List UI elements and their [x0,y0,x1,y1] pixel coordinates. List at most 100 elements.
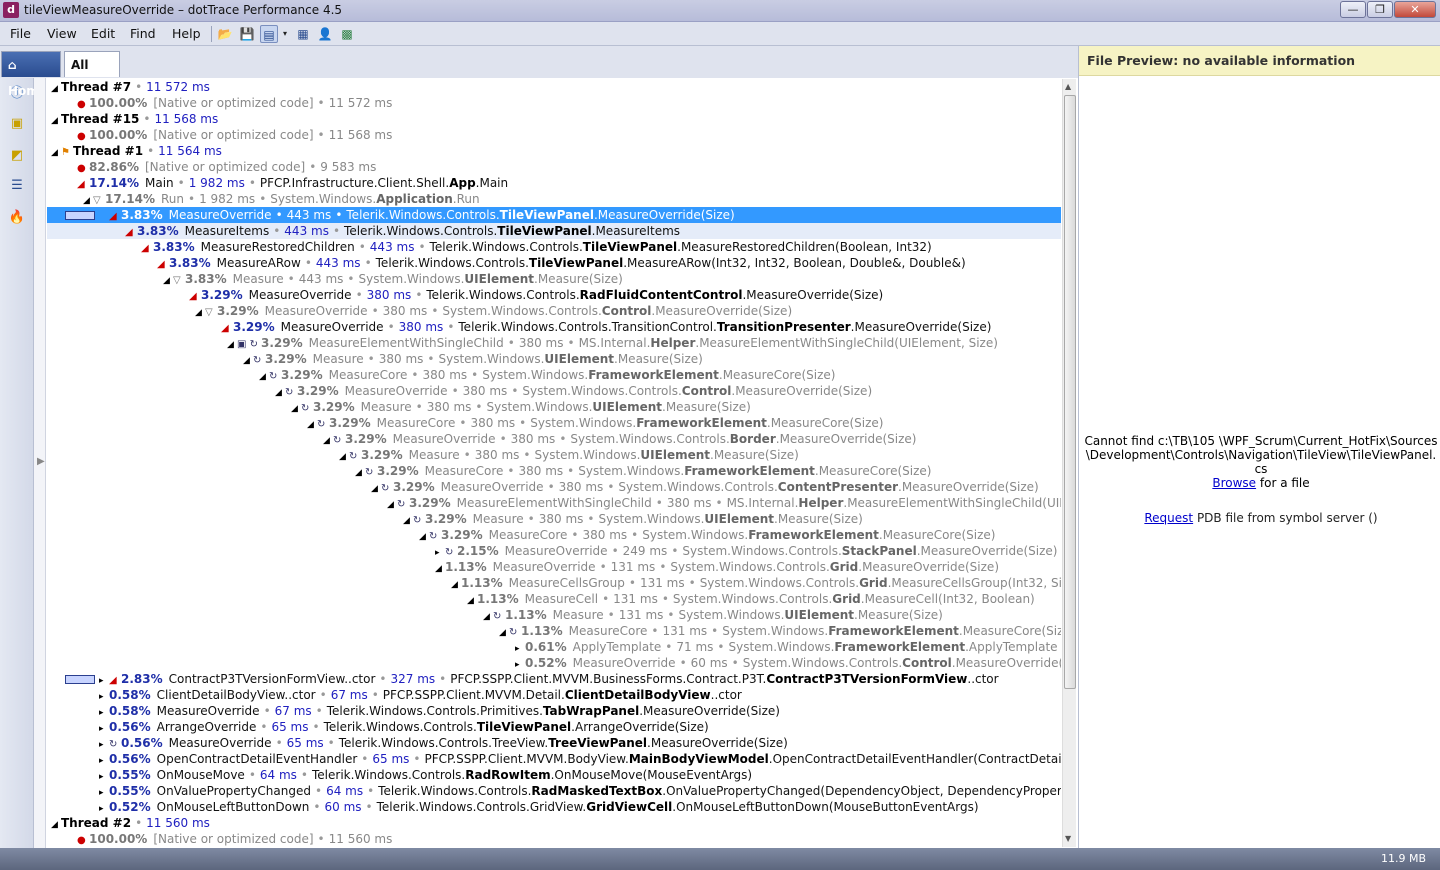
close-button[interactable]: ✕ [1394,1,1436,18]
call-row[interactable]: ▸ 0.58% ClientDetailBodyView..ctor • 67 ms • P… [47,687,1061,703]
expander-icon[interactable]: ▸ [99,721,109,735]
expander-icon[interactable]: ◢ [499,625,509,639]
expander-icon[interactable]: ▸ [515,657,525,671]
expander-icon[interactable]: ◢ [435,561,445,575]
call-row[interactable]: ● 100.00% [Native or optimized code] • 11 56… [47,831,1061,847]
expander-icon[interactable]: ◢ [51,145,61,159]
user-icon[interactable]: 👤 [316,25,334,43]
call-row[interactable]: ▸ 0.61% ApplyTemplate • 71 ms • System.Windows… [47,639,1061,655]
expander-icon[interactable]: ◢ [51,113,61,127]
expander-icon[interactable]: ▸ [99,689,109,703]
list-icon[interactable]: ☰ [6,176,28,196]
call-tree[interactable]: ◢ Thread #7 • 11 572 ms ● 100.00% [Native or o… [47,79,1061,847]
call-row[interactable]: ◢ 1.13% MeasureCellsGroup • 131 ms • System.Wi… [47,575,1061,591]
expander-icon[interactable]: ▸ [99,785,109,799]
call-row[interactable]: ◢ ▣ ↻ 3.29% MeasureElementWithSingleChild • 3… [47,335,1061,351]
expander-icon[interactable]: ◢ [371,481,381,495]
menu-file[interactable]: File [10,26,31,41]
expander-icon[interactable]: ◢ [323,433,333,447]
expander-icon[interactable]: ◢ [51,81,61,95]
menu-find[interactable]: Find [130,26,156,41]
export-icon[interactable]: ▩ [338,25,356,43]
call-row[interactable]: ◢ ↻ 3.29% MeasureCore • 380 ms • System.Windows… [47,415,1061,431]
hot-spots-icon[interactable]: 🔥 [6,208,28,228]
call-row[interactable]: ▸ 0.58% MeasureOverride • 67 ms • Telerik.Wind… [47,703,1061,719]
request-link[interactable]: Request [1144,511,1193,525]
call-row[interactable]: ▸ ↻ 2.15% MeasureOverride • 249 ms • System.Win… [47,543,1061,559]
browse-link[interactable]: Browse [1212,476,1256,490]
expander-icon[interactable]: ◢ [243,353,253,367]
expander-icon[interactable]: ◢ [83,193,93,207]
call-row[interactable]: ◢ ▽ 17.14% Run • 1 982 ms • System.Windows.Appl… [47,191,1061,207]
call-row[interactable]: ◢ 3.83% MeasureItems • 443 ms • Telerik.Window… [47,223,1061,239]
expander-icon[interactable]: ◢ [339,449,349,463]
back-traces-icon[interactable]: ◩ [6,146,28,166]
expander-icon[interactable]: ▸ [435,545,445,559]
call-row[interactable]: ● 82.86% [Native or optimized code] • 9 583 … [47,159,1061,175]
expander-icon[interactable]: ◢ [51,817,61,831]
call-row[interactable]: ▸ 0.52% MeasureOverride • 60 ms • System.Windo… [47,655,1061,671]
call-row[interactable]: ◢ ↻ 3.29% MeasureOverride • 380 ms • System.Win… [47,383,1061,399]
view-layout-icon[interactable]: ▤ [260,25,278,43]
call-row[interactable]: ▸ 0.56% OpenContractDetailEventHandler • 65 … [47,751,1061,767]
call-row[interactable]: ▸ 0.55% OnValuePropertyChanged • 64 ms • Teler… [47,783,1061,799]
call-row[interactable]: ◢ ↻ 3.29% MeasureOverride • 380 ms • System.Win… [47,431,1061,447]
menu-view[interactable]: View [47,26,77,41]
call-row[interactable]: ◢ ↻ 3.29% MeasureCore • 380 ms • System.Windows… [47,527,1061,543]
call-row[interactable]: ◢ ▽ 3.29% MeasureOverride • 380 ms • System.Win… [47,303,1061,319]
expander-icon[interactable]: ◢ [307,417,317,431]
scroll-up-icon[interactable]: ▲ [1065,82,1071,91]
expander-icon[interactable]: ◢ [259,369,269,383]
save-icon[interactable]: 💾 [238,25,256,43]
expander-icon[interactable]: ▸ [99,753,109,767]
menu-help[interactable]: Help [172,26,201,41]
call-row[interactable]: ▸ ◢ 2.83% ContractP3TVersionFormView..ctor •… [47,671,1061,687]
vertical-scrollbar[interactable]: ▲ ▼ [1062,79,1076,847]
chevron-right-icon[interactable]: ▶ [37,456,45,467]
expander-icon[interactable]: ◢ [387,497,397,511]
call-row[interactable]: ◢ 3.83% MeasureOverride • 443 ms • Telerik.Win… [47,207,1061,223]
call-row[interactable]: ▸ 0.56% ArrangeOverride • 65 ms • Telerik.Wind… [47,719,1061,735]
call-row[interactable]: ◢ 1.13% MeasureCell • 131 ms • System.Windows.… [47,591,1061,607]
minimize-button[interactable]: — [1340,1,1366,18]
scroll-down-icon[interactable]: ▼ [1065,834,1071,843]
maximize-button[interactable]: ❐ [1367,1,1393,18]
call-row[interactable]: ◢ ↻ 3.29% MeasureElementWithSingleChild • 380… [47,495,1061,511]
call-row[interactable]: ◢ 17.14% Main • 1 982 ms • PFCP.Infrastructure… [47,175,1061,191]
call-row[interactable]: ◢ 3.29% MeasureOverride • 380 ms • Telerik.Win… [47,319,1061,335]
expander-icon[interactable]: ◢ [467,593,477,607]
call-row[interactable]: ◢ ↻ 3.29% MeasureOverride • 380 ms • System.Win… [47,479,1061,495]
splitter[interactable]: ▶ [34,78,46,848]
thread-row[interactable]: ◢ Thread #2 • 11 560 ms [47,815,1061,831]
thread-row[interactable]: ◢ Thread #7 • 11 572 ms [47,79,1061,95]
call-row[interactable]: ◢ ↻ 3.29% Measure • 380 ms • System.Windows.UIE… [47,351,1061,367]
expander-icon[interactable]: ◢ [195,305,205,319]
expander-icon[interactable]: ◢ [403,513,413,527]
expander-icon[interactable]: ◢ [275,385,285,399]
call-row[interactable]: ◢ 3.83% MeasureARow • 443 ms • Telerik.Windows… [47,255,1061,271]
call-row[interactable]: ◢ 3.83% MeasureRestoredChildren • 443 ms • Tel… [47,239,1061,255]
expander-icon[interactable]: ◢ [451,577,461,591]
call-row[interactable]: ◢ ▽ 3.83% Measure • 443 ms • System.Windows.UIE… [47,271,1061,287]
thread-row[interactable]: ◢ Thread #15 • 11 568 ms [47,111,1061,127]
chevron-down-icon[interactable]: ▾ [280,25,290,43]
tab-all-calls[interactable]: All Calls [64,51,120,98]
expander-icon[interactable]: ◢ [419,529,429,543]
expander-icon[interactable]: ▸ [515,641,525,655]
expander-icon[interactable]: ▸ [99,801,109,815]
call-row[interactable]: ◢ ↻ 3.29% Measure • 380 ms • System.Windows.UIE… [47,399,1061,415]
expander-icon[interactable]: ◢ [227,337,237,351]
call-row[interactable]: ● 100.00% [Native or optimized code] • 11 57… [47,95,1061,111]
call-row[interactable]: ◢ ↻ 1.13% Measure • 131 ms • System.Windows.UIE… [47,607,1061,623]
scroll-thumb[interactable] [1064,95,1076,689]
snapshot-icon[interactable]: ▦ [294,25,312,43]
menu-edit[interactable]: Edit [91,26,115,41]
expander-icon[interactable]: ▸ [99,705,109,719]
expander-icon[interactable]: ▸ [99,737,109,751]
call-row[interactable]: ◢ ↻ 3.29% Measure • 380 ms • System.Windows.UIE… [47,511,1061,527]
call-row[interactable]: ▸ 0.55% OnMouseMove • 64 ms • Telerik.Windows.… [47,767,1061,783]
thread-row[interactable]: ◢ ⚑ Thread #1 • 11 564 ms [47,143,1061,159]
call-row[interactable]: ▸ ↻ 0.56% MeasureOverride • 65 ms • Telerik.Win… [47,735,1061,751]
expander-icon[interactable]: ◢ [483,609,493,623]
call-row[interactable]: ▸ 0.52% OnMouseLeftButtonDown • 60 ms • Teleri… [47,799,1061,815]
